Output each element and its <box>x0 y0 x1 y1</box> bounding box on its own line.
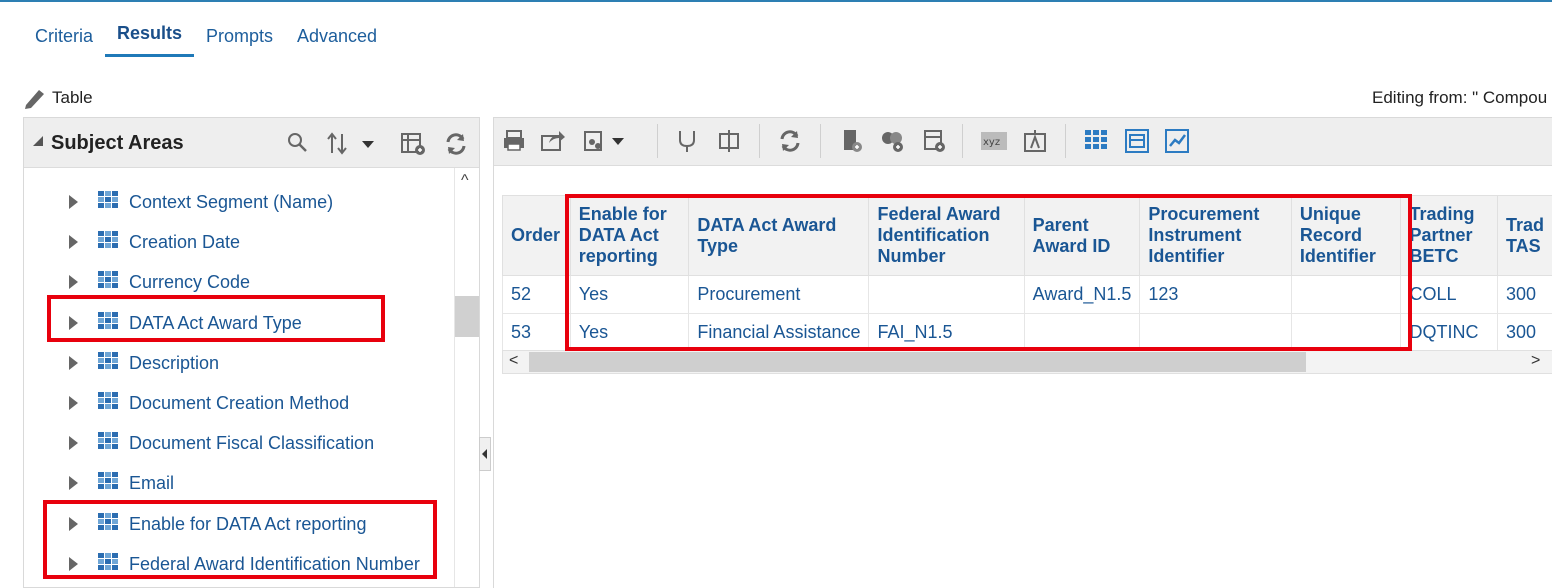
tab-prompts[interactable]: Prompts <box>206 26 273 47</box>
tree-scrollbar[interactable]: ^ <box>454 168 479 587</box>
column-header[interactable]: Trad TAS <box>1496 195 1552 276</box>
view-title-label: Table <box>52 88 93 107</box>
toolbar-separator <box>962 124 963 158</box>
tree-item-label: Creation Date <box>129 232 241 252</box>
expand-icon[interactable] <box>69 195 78 209</box>
tree-item-label: Description <box>129 353 220 373</box>
table-cell: 52 <box>502 275 571 314</box>
table-cell: DQTINC <box>1400 313 1498 352</box>
column-folder-icon <box>98 432 118 450</box>
text-format-icon[interactable] <box>1022 128 1048 154</box>
scroll-up-icon[interactable]: ^ <box>461 172 469 190</box>
table-cell: 53 <box>502 313 571 352</box>
refresh-icon[interactable] <box>777 128 803 154</box>
results-panel: xyz Order Enable for DATA Act reporting … <box>493 117 1552 588</box>
highlight-box <box>47 295 385 342</box>
collapse-triangle-icon[interactable] <box>33 136 43 146</box>
table-cell: 300 <box>1496 313 1552 352</box>
expand-icon[interactable] <box>69 235 78 249</box>
expand-icon[interactable] <box>69 356 78 370</box>
split-column-icon[interactable] <box>716 128 742 154</box>
active-tab-indicator <box>105 54 194 57</box>
graph-view-icon[interactable] <box>1164 128 1190 154</box>
toolbar-separator <box>1065 124 1066 158</box>
tab-advanced[interactable]: Advanced <box>297 26 377 47</box>
top-accent-line <box>0 0 1552 2</box>
toolbar-separator <box>759 124 760 158</box>
highlight-box <box>565 194 1412 351</box>
editing-from-text: Editing from: " Compou <box>1372 88 1548 107</box>
toolbar-separator <box>820 124 821 158</box>
svg-text:xyz: xyz <box>983 137 1000 148</box>
table-cell: 300 <box>1496 275 1552 314</box>
tree-item-label: Email <box>129 473 175 493</box>
tree-item-label: Document Fiscal Classification <box>129 433 375 453</box>
column-folder-icon <box>98 191 118 209</box>
subject-areas-title: Subject Areas <box>51 132 184 154</box>
horizontal-scroll-thumb[interactable] <box>529 352 1306 372</box>
results-toolbar: xyz <box>494 118 1552 166</box>
export-icon[interactable] <box>540 128 566 154</box>
table-view-icon[interactable] <box>1084 128 1108 152</box>
subject-areas-header: Subject Areas <box>24 118 479 168</box>
new-group-icon[interactable] <box>879 128 909 154</box>
expand-icon[interactable] <box>69 275 78 289</box>
column-header[interactable]: Trading Partner BETC <box>1400 195 1498 276</box>
tab-results[interactable]: Results <box>117 23 182 44</box>
add-table-icon[interactable] <box>922 128 948 154</box>
expand-icon[interactable] <box>69 396 78 410</box>
add-column-icon[interactable] <box>400 131 428 157</box>
scroll-right-icon[interactable]: > <box>1531 352 1540 370</box>
refresh-icon[interactable] <box>443 131 469 157</box>
table-cell: COLL <box>1400 275 1498 314</box>
column-folder-icon <box>98 271 118 289</box>
tree-item-label: Document Creation Method <box>129 393 350 413</box>
expand-icon[interactable] <box>69 436 78 450</box>
sort-icon[interactable] <box>326 131 376 157</box>
pencil-icon <box>25 90 44 109</box>
tree-scroll-thumb[interactable] <box>455 296 479 337</box>
toolbar-separator <box>657 124 658 158</box>
column-folder-icon <box>98 392 118 410</box>
tree-item-label: Currency Code <box>129 272 251 292</box>
view-title[interactable]: Table <box>22 86 93 110</box>
expand-icon[interactable] <box>69 476 78 490</box>
pivot-view-icon[interactable] <box>1124 128 1150 154</box>
tab-criteria[interactable]: Criteria <box>35 26 93 47</box>
column-header[interactable]: Order <box>502 195 571 276</box>
panel-collapse-handle[interactable] <box>479 437 491 471</box>
scroll-left-icon[interactable]: < <box>509 352 518 370</box>
table-horizontal-scrollbar[interactable]: < > <box>502 350 1552 374</box>
print-icon[interactable] <box>502 128 528 154</box>
new-calc-item-icon[interactable] <box>840 128 866 154</box>
highlight-box <box>43 500 437 579</box>
format-icon[interactable] <box>582 128 628 154</box>
merge-icon[interactable] <box>675 128 701 154</box>
column-folder-icon <box>98 472 118 490</box>
xyz-icon[interactable]: xyz <box>980 128 1008 154</box>
column-folder-icon <box>98 231 118 249</box>
column-folder-icon <box>98 352 118 370</box>
search-icon[interactable] <box>286 131 310 155</box>
tree-item-label: Context Segment (Name) <box>129 192 334 212</box>
